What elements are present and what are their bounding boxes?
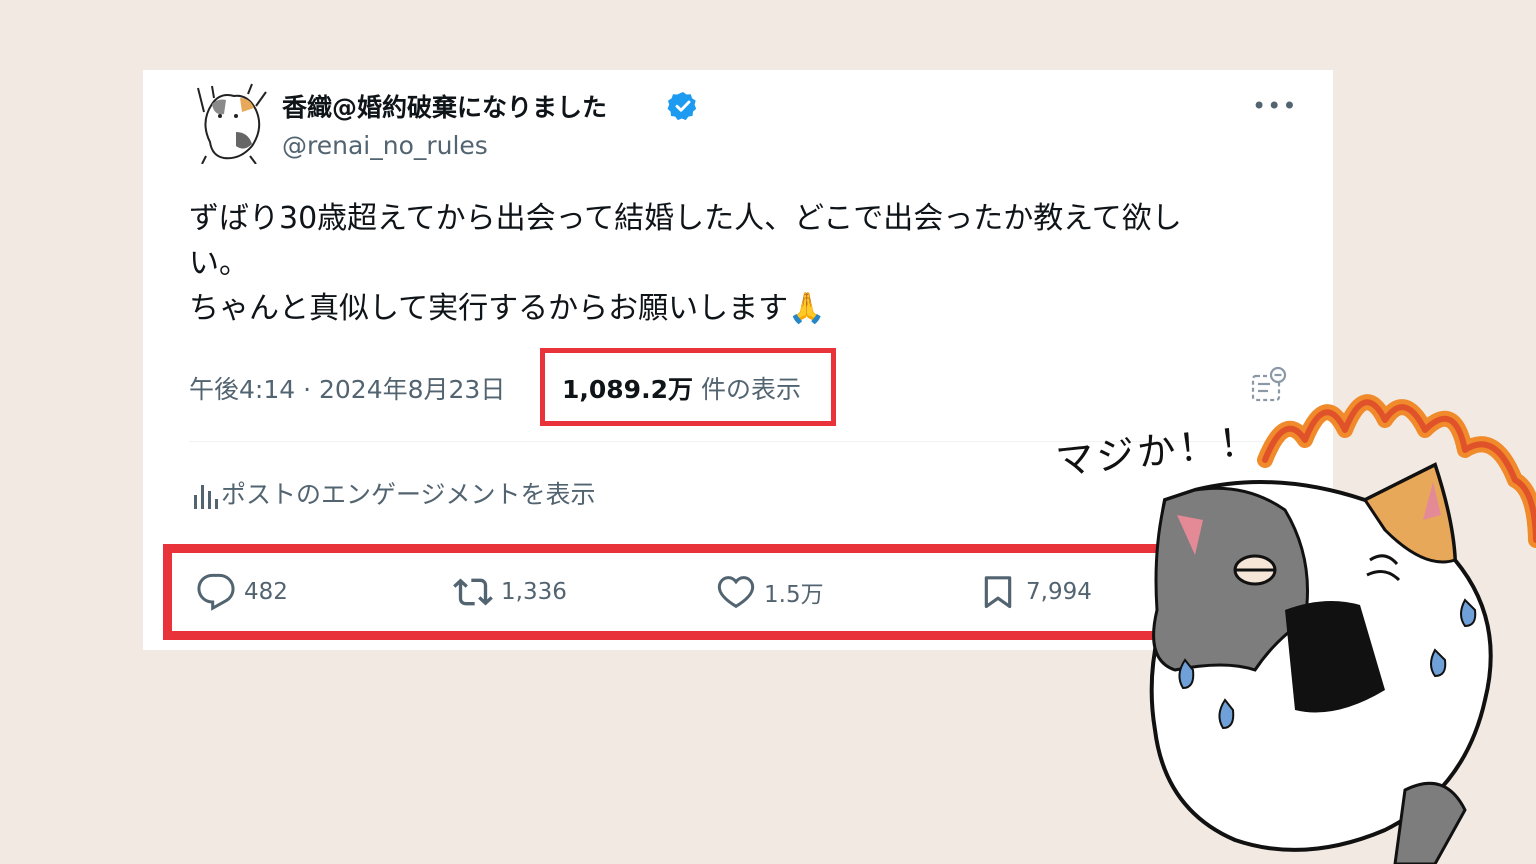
post-timestamp[interactable]: 午後4:14 · 2024年8月23日 — [189, 370, 505, 406]
view-engagement-link[interactable]: ポストのエンゲージメントを表示 — [191, 475, 596, 511]
engagement-label: ポストのエンゲージメントを表示 — [221, 480, 596, 509]
actions-highlight-box — [163, 544, 1173, 640]
display-name[interactable]: 香織@婚約破棄になりました — [282, 88, 607, 124]
analytics-icon — [194, 485, 218, 509]
more-options-icon[interactable]: ••• — [1252, 92, 1296, 120]
post-text: ずばり30歳超えてから出会って結婚した人、どこで出会ったか教えて欲し い。 ちゃ… — [189, 201, 1182, 326]
user-handle[interactable]: @renai_no_rules — [282, 131, 488, 160]
avatar[interactable] — [190, 82, 270, 164]
views-highlight-box — [540, 348, 836, 426]
verified-badge-icon — [667, 92, 697, 121]
shocked-cat-illustration — [1149, 394, 1536, 864]
